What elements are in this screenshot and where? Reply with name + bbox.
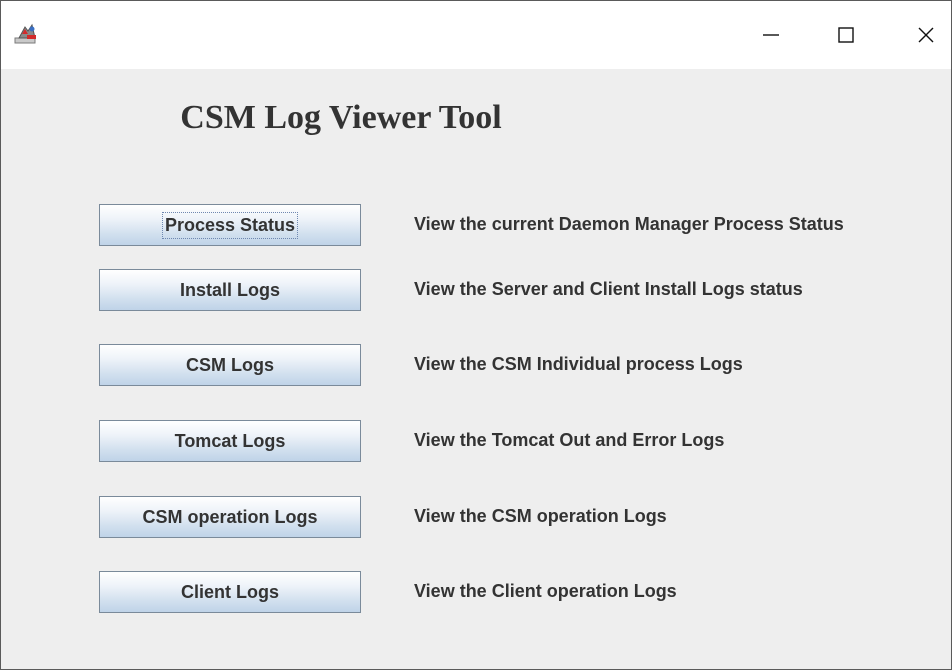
option-row: Tomcat Logs View the Tomcat Out and Erro… (1, 420, 951, 466)
option-description: View the Client operation Logs (414, 581, 677, 601)
button-label: CSM Logs (186, 354, 274, 375)
button-label: Tomcat Logs (174, 430, 286, 451)
button-label: CSM operation Logs (142, 506, 318, 527)
install-logs-button[interactable]: Install Logs (99, 269, 361, 311)
page-title: CSM Log Viewer Tool (180, 99, 502, 136)
option-description: View the CSM Individual process Logs (414, 354, 743, 374)
option-row: Install Logs View the Server and Client … (1, 269, 951, 315)
process-status-button[interactable]: Process Status (99, 204, 361, 246)
main-panel: CSM Log Viewer Tool Process Status View … (1, 69, 951, 669)
option-description: View the CSM operation Logs (414, 506, 667, 526)
title-bar[interactable] (1, 1, 951, 69)
button-label: Client Logs (181, 581, 279, 602)
java-app-icon[interactable] (13, 22, 41, 46)
maximize-icon (837, 26, 855, 44)
app-window: CSM Log Viewer Tool Process Status View … (0, 0, 952, 670)
minimize-icon (762, 26, 780, 44)
csm-logs-button[interactable]: CSM Logs (99, 344, 361, 386)
close-button[interactable] (903, 13, 949, 57)
minimize-button[interactable] (748, 13, 794, 57)
option-row: CSM Logs View the CSM Individual process… (1, 344, 951, 390)
button-label: Process Status (161, 211, 299, 239)
tomcat-logs-button[interactable]: Tomcat Logs (99, 420, 361, 462)
option-row: Client Logs View the Client operation Lo… (1, 571, 951, 617)
maximize-button[interactable] (823, 13, 869, 57)
option-description: View the current Daemon Manager Process … (414, 214, 844, 234)
button-label: Install Logs (179, 279, 280, 300)
client-logs-button[interactable]: Client Logs (99, 571, 361, 613)
option-row: Process Status View the current Daemon M… (1, 204, 951, 250)
csm-operation-logs-button[interactable]: CSM operation Logs (99, 496, 361, 538)
option-description: View the Server and Client Install Logs … (414, 279, 803, 299)
option-description: View the Tomcat Out and Error Logs (414, 430, 725, 450)
close-icon (917, 26, 935, 44)
option-row: CSM operation Logs View the CSM operatio… (1, 496, 951, 542)
